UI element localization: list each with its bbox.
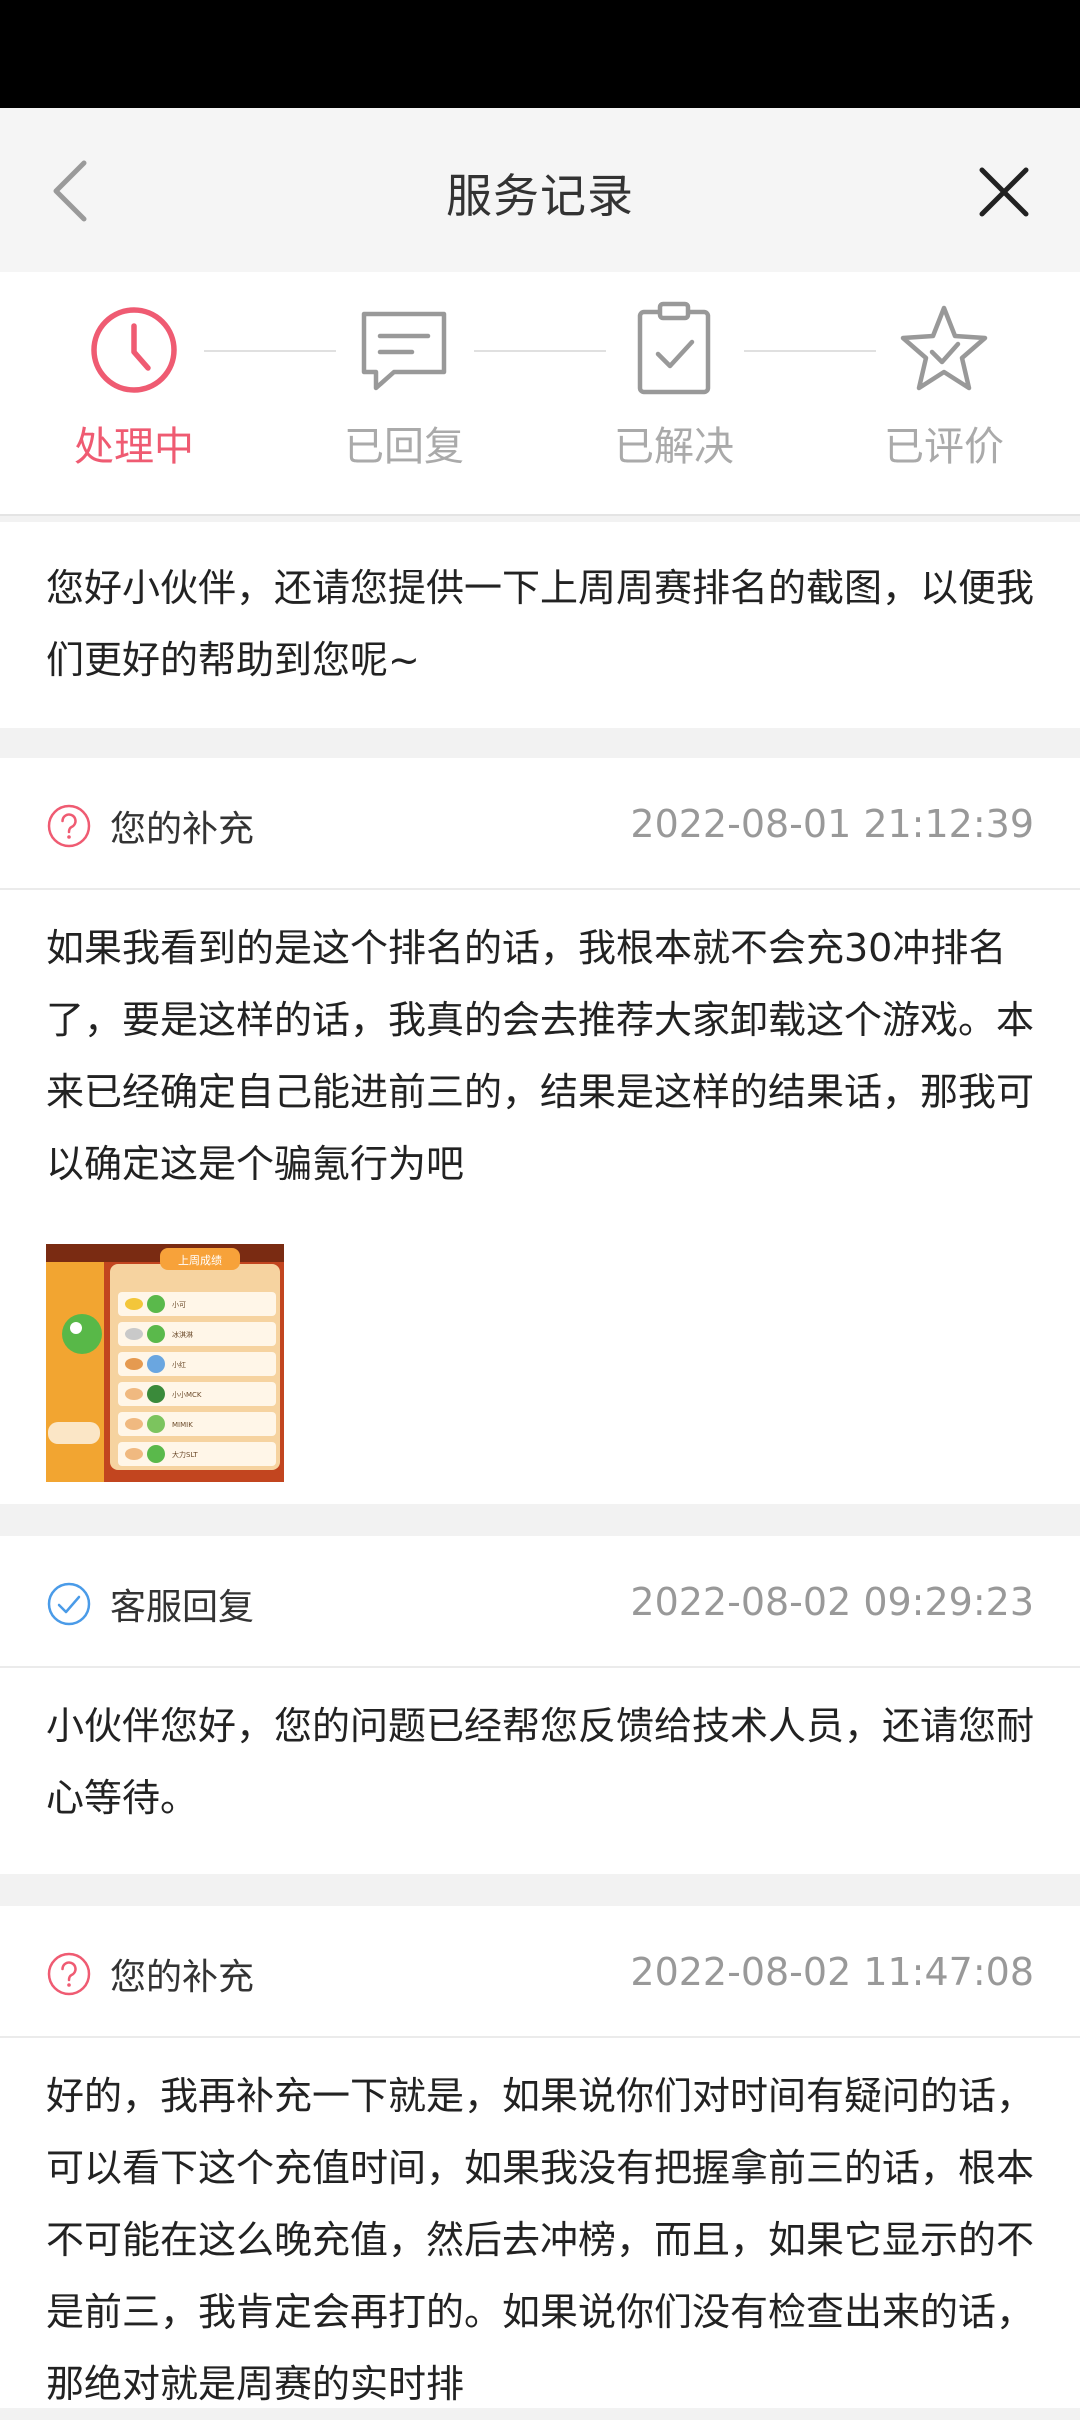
step-label: 处理中 [74,424,194,470]
nav-bar: 服务记录 [0,108,1080,272]
record-header: 您的补充 2022-08-02 11:47:08 [0,1906,1080,2038]
step-label: 已解决 [614,424,734,470]
question-circle-icon [47,804,91,848]
step-processing: 处理中 [24,300,244,472]
record-header: 您的补充 2022-08-01 21:12:39 [0,758,1080,890]
record-card: 您的补充 2022-08-02 11:47:08 好的，我再补充一下就是，如果说… [0,1906,1080,2408]
check-circle-icon [47,1582,91,1626]
record-text: 您好小伙伴，还请您提供一下上周周赛排名的截图，以便我们更好的帮助到您呢~ [46,566,1035,682]
record-type: 您的补充 [110,809,255,850]
record-type: 您的补充 [110,1957,255,1998]
leaderboard-screenshot-image: 上周成绩 小可 冰淇淋 小红 小小MCK MIMIK 大力SLT [46,1244,284,1482]
record-header: 客服回复 2022-08-02 09:29:23 [0,1536,1080,1668]
attachment-thumbnail[interactable]: 上周成绩 小可 冰淇淋 小红 小小MCK MIMIK 大力SLT [46,1244,284,1482]
record-card: 您好小伙伴，还请您提供一下上周周赛排名的截图，以便我们更好的帮助到您呢~ [0,522,1080,728]
clipboard-check-icon [637,301,711,395]
step-label: 已评价 [884,424,1004,470]
leaderboard-name: 小红 [172,1360,186,1369]
record-card: 客服回复 2022-08-02 09:29:23 小伙伴您好，您的问题已经帮您反… [0,1536,1080,1874]
record-text: 小伙伴您好，您的问题已经帮您反馈给技术人员，还请您耐心等待。 [46,1704,1035,1820]
leaderboard-name: MIMIK [172,1421,193,1429]
step-label: 已回复 [344,424,464,470]
status-steps: 处理中 已回复 已解决 已评价 [0,272,1080,516]
star-check-icon [900,305,988,391]
leaderboard-name: 冰淇淋 [172,1330,193,1339]
record-text: 好的，我再补充一下就是，如果说你们对时间有疑问的话，可以看下这个充值时间，如果我… [46,2074,1035,2406]
message-icon [361,311,447,391]
record-type: 客服回复 [110,1587,255,1628]
step-resolved: 已解决 [564,300,784,472]
close-button[interactable] [964,152,1044,232]
record-text: 如果我看到的是这个排名的话，我根本就不会充30冲排名了，要是这样的话，我真的会去… [46,926,1035,1186]
step-replied: 已回复 [294,300,514,472]
record-time: 2022-08-01 21:12:39 [630,802,1034,846]
record-time: 2022-08-02 09:29:23 [630,1580,1034,1624]
clock-icon [91,307,177,393]
record-time: 2022-08-02 11:47:08 [630,1950,1034,1994]
record-card: 您的补充 2022-08-01 21:12:39 如果我看到的是这个排名的话，我… [0,758,1080,1504]
close-icon [979,167,1029,217]
question-circle-icon [47,1952,91,1996]
status-bar [0,0,1080,108]
attachment-header-text: 上周成绩 [178,1254,222,1267]
leaderboard-name: 小小MCK [172,1390,202,1399]
page-title: 服务记录 [446,169,634,223]
leaderboard-name: 大力SLT [172,1450,198,1459]
leaderboard-name: 小可 [172,1300,186,1309]
step-rated: 已评价 [834,300,1054,472]
